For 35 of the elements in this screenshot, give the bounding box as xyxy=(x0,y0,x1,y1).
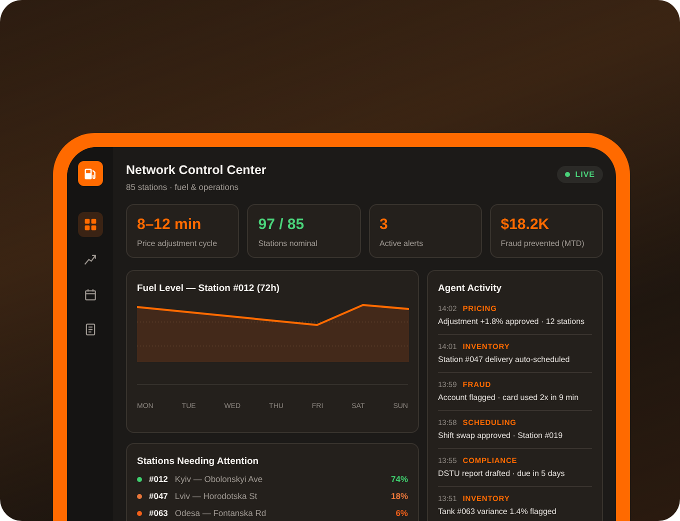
station-id: #047 xyxy=(149,491,168,501)
trend-up-icon xyxy=(84,253,96,266)
stat-value: 3 xyxy=(380,216,389,233)
activity-text: Account flagged · card used 2x in 9 min xyxy=(438,393,580,402)
page-subtitle: 85 stations · fuel & operations xyxy=(126,182,240,192)
page-title: Network Control Center xyxy=(126,163,266,177)
stat-value: 8–12 min xyxy=(137,216,202,233)
fuel-percent: 74% xyxy=(390,474,408,484)
stat-label: Fraud prevented (MTD) xyxy=(500,239,586,248)
calendar-icon xyxy=(84,288,96,301)
document-icon xyxy=(84,323,96,336)
station-id: #012 xyxy=(149,474,168,484)
card-title: Agent Activity xyxy=(438,283,503,294)
activity-text: Shift swap approved · Station #019 xyxy=(438,431,564,440)
stat-label: Price adjustment cycle xyxy=(137,239,218,248)
station-location: Kyiv — Obolonskyi Ave xyxy=(174,474,264,484)
fuel-percent: 18% xyxy=(390,491,408,501)
grid-icon xyxy=(84,218,96,231)
stat-label: Stations nominal xyxy=(258,239,318,248)
activity-text: Station #047 delivery auto-scheduled xyxy=(438,355,571,364)
activity-text: Adjustment +1.8% approved · 12 stations xyxy=(438,317,586,326)
stat-label: Active alerts xyxy=(380,239,424,248)
stat-value: $18.2K xyxy=(500,216,550,233)
fuel-pump-logo xyxy=(78,161,102,186)
nav-button[interactable] xyxy=(78,212,102,237)
station-location: Lviv — Horodotska St xyxy=(174,491,258,501)
chart-title: Fuel Level — Station #012 (72h) xyxy=(137,283,281,294)
station-location: Odesa — Fontanska Rd xyxy=(174,508,268,518)
card-title: Stations Needing Attention xyxy=(137,456,260,467)
activity-text: Tank #063 variance 1.4% flagged xyxy=(438,507,558,516)
live-badge: LIVE xyxy=(557,166,603,183)
activity-text: DSTU report drafted · due in 5 days xyxy=(438,469,566,478)
stat-value: 97 / 85 xyxy=(258,216,306,233)
station-id: #063 xyxy=(149,508,168,518)
fuel-percent: 6% xyxy=(396,508,408,518)
